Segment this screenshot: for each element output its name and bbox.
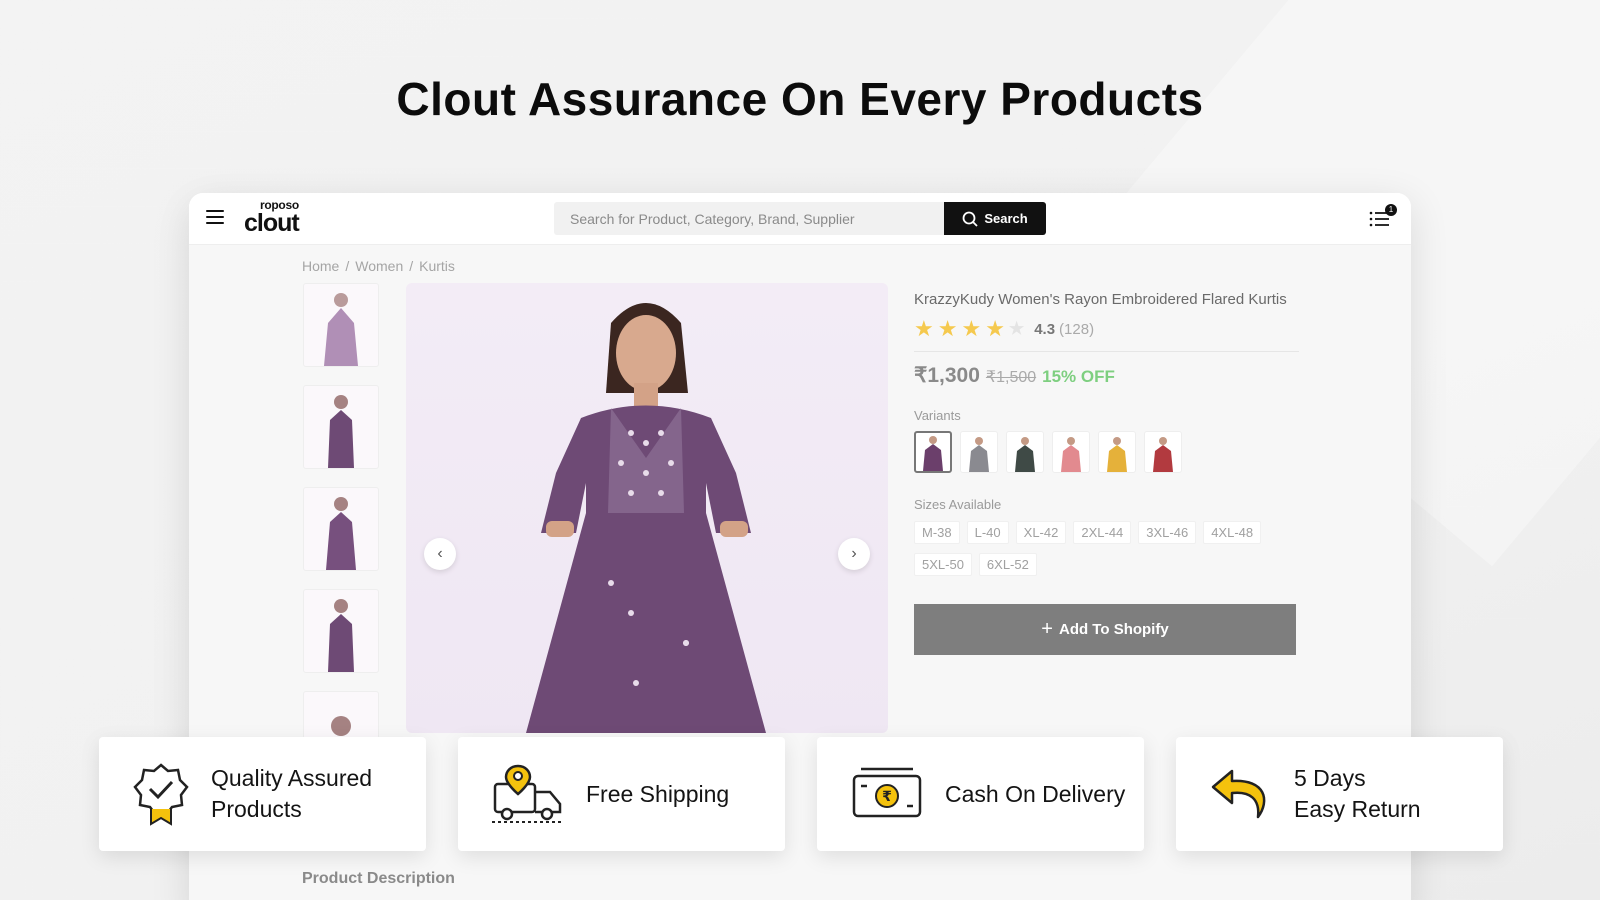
thumbnail[interactable] [303,589,379,673]
sizes-label: Sizes Available [914,497,1002,512]
feature-label: Quality Assured Products [211,765,373,822]
size-option[interactable]: 2XL-44 [1073,521,1132,544]
return-arrow-icon [1211,769,1266,819]
feature-cards: Quality Assured Products Free Shipping ₹… [99,737,1503,851]
cart-badge: 1 [1385,204,1397,216]
search-button[interactable]: Search [944,202,1046,235]
thumbnail[interactable] [303,385,379,469]
product-description-heading: Product Description [302,870,455,887]
size-option[interactable]: 6XL-52 [978,553,1037,576]
logo-clout: clout [244,209,300,237]
delivery-truck-icon [492,764,562,823]
menu-icon[interactable] [206,210,224,224]
cart-list-icon[interactable]: 1 [1369,204,1397,229]
logo[interactable]: roposo clout [244,199,300,237]
size-option[interactable]: L-40 [966,521,1009,544]
star-icon: ★ [961,316,982,341]
size-option[interactable]: XL-42 [1015,521,1067,544]
feature-card-return: 5 Days Easy Return [1176,737,1503,851]
search-input[interactable] [554,202,944,235]
star-icon: ★ [937,316,958,341]
cash-rupee-icon: ₹ [852,767,922,818]
breadcrumb-kurtis[interactable]: Kurtis [419,258,455,274]
star-icon: ★ [914,316,934,341]
feature-card-quality: Quality Assured Products [99,737,426,851]
feature-label: Cash On Delivery [945,780,1126,807]
search-bar: Search [554,202,1046,235]
thumbnail[interactable] [303,487,379,571]
rating-value: 4.3 [1034,320,1056,338]
star-empty-icon: ★ [1008,319,1025,338]
size-option[interactable]: 4XL-48 [1203,521,1262,544]
feature-card-shipping: Free Shipping [458,737,785,851]
breadcrumb-women[interactable]: Women [355,258,403,274]
add-to-shopify-label: Add To Shopify [1058,621,1169,638]
product-info-panel: KrazzyKudy Women's Rayon Embroidered Fla… [914,290,1299,655]
divider [914,351,1299,352]
thumbnail[interactable] [303,283,379,367]
plus-icon: + [1041,618,1053,640]
feature-label: Free Shipping [586,780,730,807]
variant-swatch[interactable] [1052,431,1090,473]
page-headline: Clout Assurance On Every Products [396,73,1204,125]
prev-image-button[interactable]: ‹ [424,538,456,570]
variant-list [914,431,1299,473]
feature-card-cod: ₹ Cash On Delivery [817,737,1144,851]
product-rating: ★ ★ ★ ★ ★ 4.3 (128) [914,318,1299,340]
size-list: M-38 L-40 XL-42 2XL-44 3XL-46 4XL-48 5XL-50 6XL… [914,521,1314,576]
breadcrumb: Home / Women / Kurtis [302,258,455,274]
original-price: ₹1,500 [985,369,1037,386]
price: ₹1,300 [914,364,980,387]
search-icon [962,211,978,227]
svg-text:₹: ₹ [882,789,892,805]
size-option[interactable]: M-38 [914,521,960,544]
size-option[interactable]: 5XL-50 [914,553,972,576]
variant-swatch[interactable] [1144,431,1182,473]
product-title: KrazzyKudy Women's Rayon Embroidered Fla… [914,291,1287,308]
variant-swatch[interactable] [1098,431,1136,473]
search-button-label: Search [984,211,1028,226]
star-icon: ★ [985,316,1005,341]
rating-count: (128) [1059,320,1095,338]
breadcrumb-home[interactable]: Home [302,258,339,274]
discount-label: 15% OFF [1042,367,1115,386]
product-main-image[interactable]: ‹ › [406,283,888,733]
size-option[interactable]: 3XL-46 [1138,521,1197,544]
variant-swatch[interactable] [1006,431,1044,473]
feature-label: 5 Days Easy Return [1294,765,1421,822]
thumbnail-list [303,283,379,793]
variant-swatch[interactable] [960,431,998,473]
quality-badge-icon [133,763,189,826]
variants-label: Variants [914,408,961,423]
variant-swatch[interactable] [914,431,952,473]
price-row: ₹1,300 ₹1,500 15% OFF [914,363,1299,388]
top-navbar: roposo clout Search 1 [189,193,1411,245]
next-image-button[interactable]: › [838,538,870,570]
add-to-shopify-button[interactable]: + Add To Shopify [914,604,1296,655]
